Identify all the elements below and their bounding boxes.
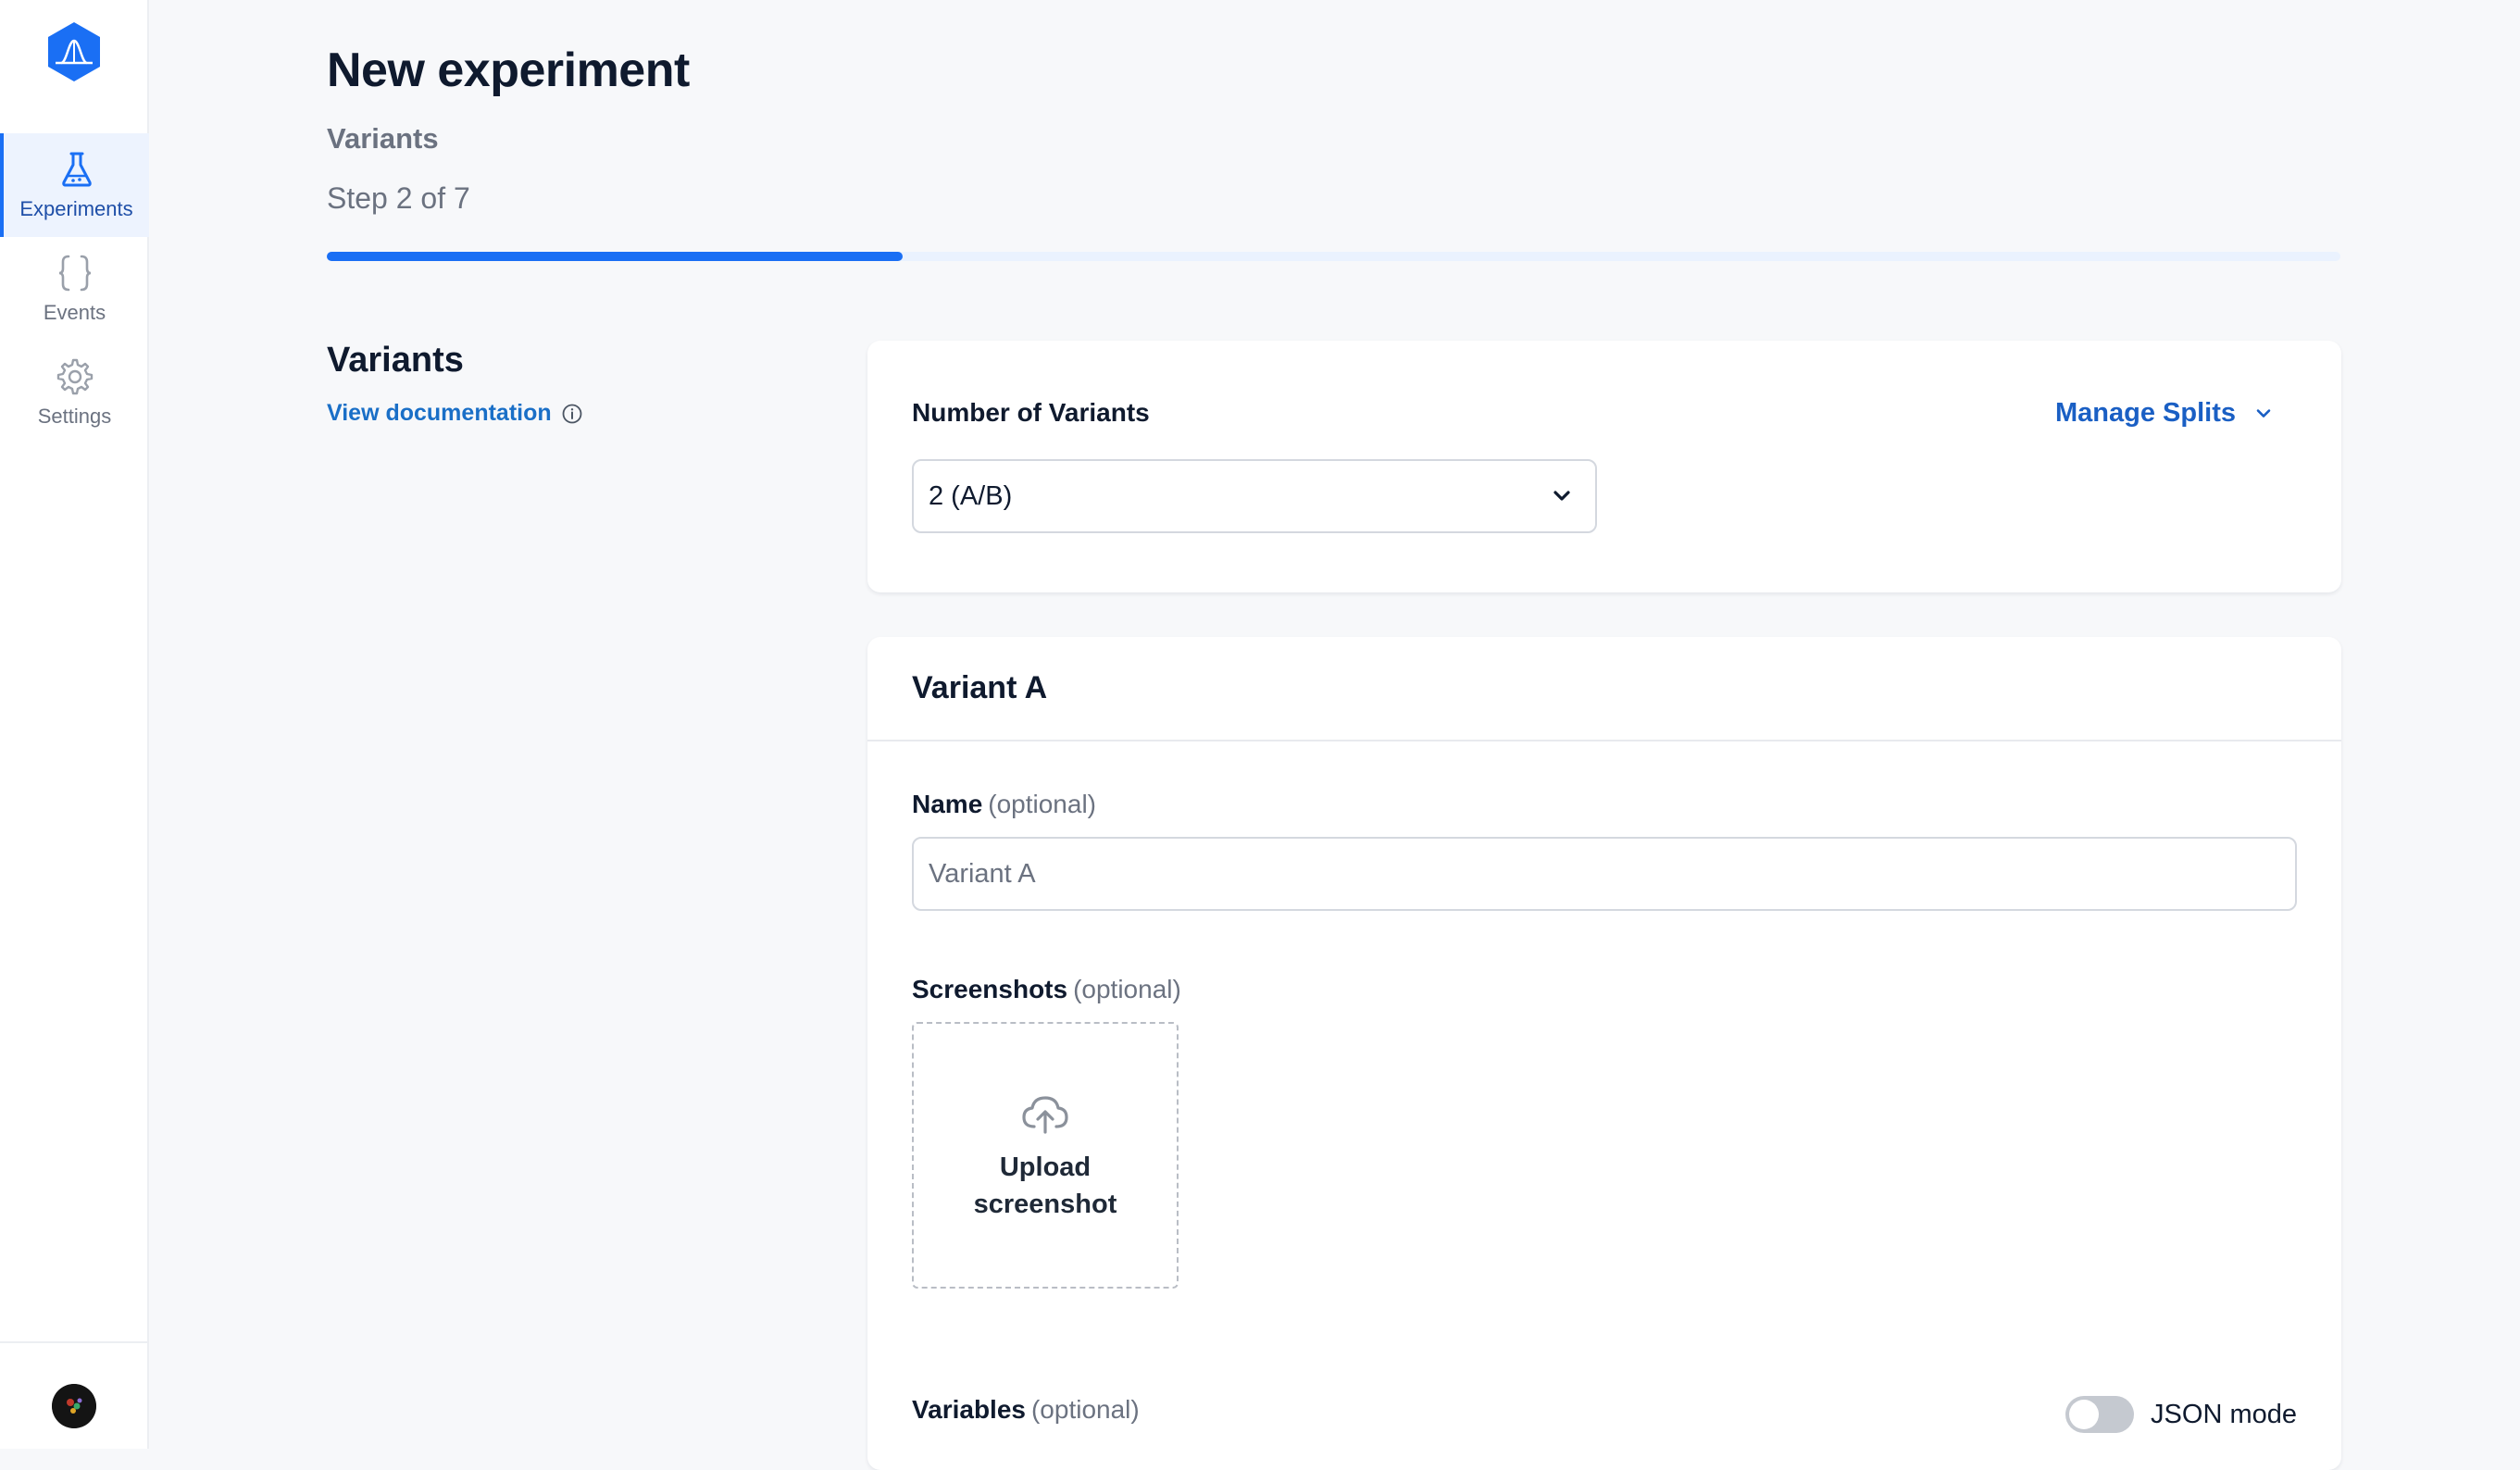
optional-hint: (optional) <box>988 790 1096 818</box>
screenshots-field-label: Screenshots (optional) <box>912 975 1181 1004</box>
upload-label-line2: screenshot <box>973 1190 1117 1219</box>
variant-name-input[interactable]: Variant A <box>912 837 2297 911</box>
variant-name-placeholder: Variant A <box>929 858 1036 889</box>
number-of-variants-label: Number of Variants <box>912 398 1150 427</box>
progress-bar-fill <box>327 252 904 261</box>
optional-hint: (optional) <box>1030 1395 1140 1424</box>
variables-label-text: Variables <box>912 1395 1026 1424</box>
manage-splits-button[interactable]: Manage Splits <box>2055 398 2275 429</box>
name-field-label: Name (optional) <box>912 790 1096 819</box>
number-of-variants-value: 2 (A/B) <box>929 480 1013 511</box>
manage-splits-label: Manage Splits <box>2055 398 2236 428</box>
chevron-down-icon <box>2256 408 2271 417</box>
view-documentation-link[interactable]: View documentation <box>327 400 583 427</box>
avatar[interactable] <box>52 1384 96 1428</box>
variables-field-label: Variables (optional) <box>912 1395 1140 1425</box>
screenshots-label-text: Screenshots <box>912 975 1068 1003</box>
variants-count-card: Number of Variants Manage Splits 2 (A/B) <box>867 341 2341 592</box>
sidebar-item-label: Settings <box>37 405 112 428</box>
json-mode-toggle[interactable] <box>2065 1396 2135 1433</box>
cloud-upload-icon <box>1022 1096 1068 1134</box>
variant-a-card: Variant A Name (optional) Variant A Scree… <box>867 637 2341 1470</box>
sidebar-item-settings[interactable]: Settings <box>0 341 149 444</box>
variant-a-title: Variant A <box>867 637 2341 741</box>
optional-hint: (optional) <box>1073 975 1181 1003</box>
section-title: Variants <box>327 341 464 380</box>
progress-bar <box>327 252 2340 261</box>
sidebar-item-label: Events <box>43 301 106 324</box>
sidebar-footer <box>0 1341 149 1449</box>
upload-screenshot-button[interactable]: Upload screenshot <box>912 1022 1179 1289</box>
json-mode-control: JSON mode <box>2065 1396 2297 1433</box>
sidebar-item-events[interactable]: Events <box>0 237 149 341</box>
toggle-knob <box>2069 1400 2100 1429</box>
step-name: Variants <box>327 122 439 155</box>
view-documentation-label: View documentation <box>327 400 552 426</box>
info-icon <box>562 404 582 423</box>
name-label-text: Name <box>912 790 983 818</box>
sidebar-item-label: Experiments <box>19 197 133 220</box>
sidebar: Experiments Events Settings <box>0 0 149 1449</box>
gear-icon <box>56 358 93 395</box>
step-counter: Step 2 of 7 <box>327 181 470 215</box>
page-title: New experiment <box>327 44 690 97</box>
json-mode-label: JSON mode <box>2151 1399 2297 1429</box>
chevron-down-icon <box>1553 491 1570 501</box>
braces-icon <box>58 255 91 292</box>
upload-label-line1: Upload <box>999 1152 1092 1182</box>
number-of-variants-select[interactable]: 2 (A/B) <box>912 459 1597 533</box>
app-logo-icon[interactable] <box>43 20 106 83</box>
flask-icon <box>61 152 92 187</box>
sidebar-item-experiments[interactable]: Experiments <box>0 133 149 237</box>
